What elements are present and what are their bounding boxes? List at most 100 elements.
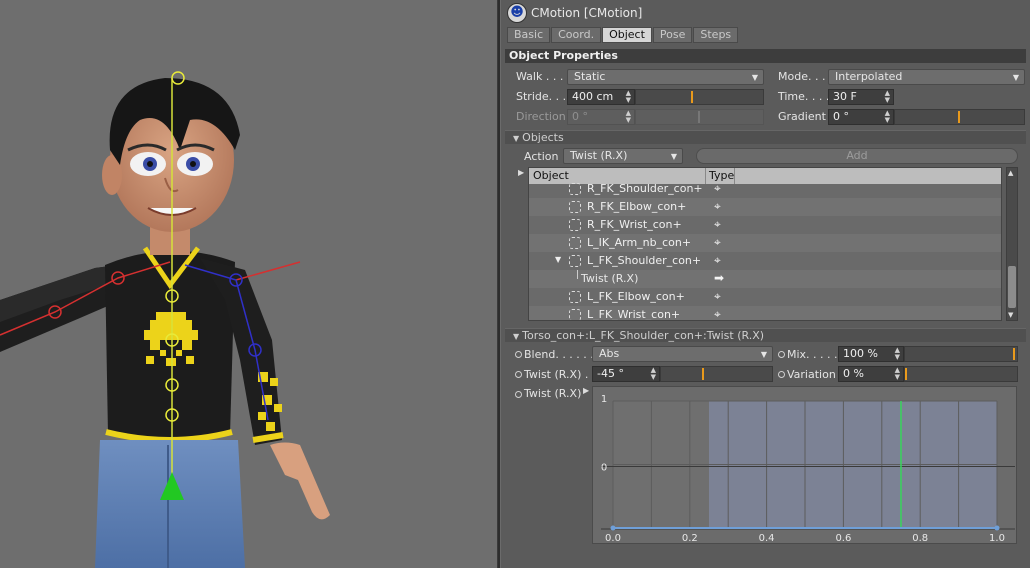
expand-triangle-icon[interactable]: ▶	[583, 386, 589, 395]
walk-value: Static	[574, 70, 606, 83]
twist-section-header[interactable]: ▼ Torso_con+:L_FK_Shoulder_con+:Twist (R.…	[505, 328, 1026, 342]
tree-row[interactable]: Twist (R.X) ➡	[529, 270, 1001, 288]
mode-value: Interpolated	[835, 70, 903, 83]
collapse-triangle-icon: ▼	[513, 332, 520, 341]
animate-bullet-icon[interactable]	[515, 351, 522, 358]
tree-row[interactable]: L_FK_Elbow_con+ ⌖	[529, 288, 1001, 306]
tab-bar: Basic Coord. Object Pose Steps	[507, 27, 739, 43]
tree-row[interactable]: R_FK_Wrist_con+ ⌖	[529, 216, 1001, 234]
action-dropdown[interactable]: Twist (R.X) ▼	[563, 148, 683, 164]
action-label: Action	[524, 150, 559, 163]
null-object-icon	[569, 255, 581, 267]
tree-row-label: L_FK_Elbow_con+	[587, 290, 685, 303]
tree-row[interactable]: L_IK_Arm_nb_con+ ⌖	[529, 234, 1001, 252]
expand-triangle-icon[interactable]: ▼	[555, 255, 561, 264]
spin-arrows-icon[interactable]: ▲ ▼	[885, 90, 890, 104]
spin-arrows-icon[interactable]: ▲ ▼	[895, 347, 900, 361]
tree-row-label: L_IK_Arm_nb_con+	[587, 236, 692, 249]
mix-slider-knob[interactable]	[1013, 348, 1015, 360]
stride-slider[interactable]	[635, 89, 764, 105]
tree-row-label: L_FK_Shoulder_con+	[587, 254, 702, 267]
mix-input[interactable]: 100 % ▲ ▼	[838, 346, 904, 362]
stride-slider-knob[interactable]	[691, 91, 693, 103]
animate-bullet-icon[interactable]	[515, 371, 522, 378]
variation-label: Variation	[787, 368, 836, 381]
arrow-right-icon: ➡	[714, 271, 725, 285]
action-value: Twist (R.X)	[570, 149, 628, 162]
twist-slider-knob[interactable]	[702, 368, 704, 380]
time-value: 30 F	[833, 90, 857, 103]
attribute-manager: ☻ CMotion [CMotion] Basic Coord. Object …	[501, 0, 1030, 568]
tab-object[interactable]: Object	[602, 27, 652, 43]
scroll-up-icon[interactable]: ▲	[1008, 169, 1013, 177]
twist-slider[interactable]	[660, 366, 773, 382]
tab-basic[interactable]: Basic	[507, 27, 551, 43]
tree-row-label: R_FK_Wrist_con+	[587, 218, 682, 231]
tree-row[interactable]: L_FK_Wrist_con+ ⌖	[529, 306, 1001, 321]
target-icon: ⌖	[714, 307, 721, 321]
gradient-value: 0 °	[833, 110, 849, 123]
tab-coord[interactable]: Coord.	[551, 27, 602, 43]
animate-bullet-icon[interactable]	[778, 351, 785, 358]
graph-y-tick-label: 1	[601, 394, 607, 405]
gradient-slider[interactable]	[894, 109, 1025, 125]
walk-dropdown[interactable]: Static ▼	[567, 69, 764, 85]
tree-row[interactable]: R_FK_Elbow_con+ ⌖	[529, 198, 1001, 216]
tree-scrollbar[interactable]: ▲ ▼	[1006, 167, 1018, 321]
variation-input[interactable]: 0 % ▲ ▼	[838, 366, 904, 382]
direction-slider-knob	[698, 111, 700, 123]
time-label: Time. . . .	[778, 90, 830, 103]
add-button[interactable]: Add	[696, 148, 1018, 164]
mode-dropdown[interactable]: Interpolated ▼	[828, 69, 1025, 85]
graph-spline-point	[994, 525, 1000, 531]
graph-spline-point	[610, 525, 616, 531]
tree-row-label: R_FK_Shoulder_con+	[587, 182, 703, 195]
target-icon: ⌖	[714, 217, 721, 231]
target-icon: ⌖	[714, 253, 721, 267]
variation-slider-knob[interactable]	[905, 368, 907, 380]
time-input[interactable]: 30 F ▲ ▼	[828, 89, 894, 105]
tree-row[interactable]: R_FK_Shoulder_con+ ⌖	[529, 180, 1001, 198]
spline-graph-canvas[interactable]: 1 0 0.0 0.2 0.4 0.6 0.8 1.0	[593, 387, 1018, 545]
gradient-label: Gradient	[778, 110, 826, 123]
spin-arrows-icon: ▲ ▼	[625, 109, 631, 124]
tree-row[interactable]: ▼ L_FK_Shoulder_con+ ⌖	[529, 252, 1001, 270]
character-rig-render[interactable]	[0, 0, 497, 568]
spin-arrows-icon[interactable]: ▲ ▼	[895, 367, 900, 381]
twist-input[interactable]: -45 ° ▲ ▼	[592, 366, 660, 382]
blend-dropdown[interactable]: Abs ▼	[592, 346, 773, 362]
graph-x-tick-label: 0.0	[605, 533, 621, 544]
mode-label: Mode. . .	[778, 70, 826, 83]
blend-label: Blend. . . . . .	[524, 348, 594, 361]
chevron-down-icon: ▼	[1012, 73, 1019, 82]
animate-bullet-icon[interactable]	[778, 371, 785, 378]
cmotion-icon: ☻	[507, 3, 527, 23]
animate-bullet-icon[interactable]	[515, 391, 522, 398]
scroll-thumb[interactable]	[1008, 266, 1016, 308]
chevron-down-icon: ▼	[760, 350, 767, 359]
object-properties-header: Object Properties	[505, 49, 1026, 63]
spin-arrows-icon[interactable]: ▲ ▼	[885, 110, 890, 124]
graph-x-tick-label: 0.8	[912, 533, 928, 544]
spin-arrows-icon[interactable]: ▲ ▼	[651, 367, 656, 381]
gradient-slider-knob[interactable]	[958, 111, 960, 123]
chevron-down-icon: ▼	[751, 73, 758, 82]
null-object-icon	[569, 291, 581, 303]
gradient-input[interactable]: 0 ° ▲ ▼	[828, 109, 894, 125]
variation-slider[interactable]	[904, 366, 1018, 382]
target-icon: ⌖	[714, 181, 721, 195]
spin-arrows-icon[interactable]: ▲ ▼	[626, 90, 631, 104]
direction-slider	[635, 109, 764, 125]
tree-row-label: L_FK_Wrist_con+	[587, 308, 681, 321]
scroll-down-icon[interactable]: ▼	[1008, 311, 1013, 319]
spline-graph[interactable]: 1 0 0.0 0.2 0.4 0.6 0.8 1.0	[592, 386, 1017, 544]
null-object-icon	[569, 309, 581, 320]
stride-input[interactable]: 400 cm ▲ ▼	[567, 89, 635, 105]
objects-section-header[interactable]: ▼ Objects	[505, 130, 1026, 144]
mix-slider[interactable]	[904, 346, 1018, 362]
tab-steps[interactable]: Steps	[693, 27, 739, 43]
tab-pose[interactable]: Pose	[652, 27, 693, 43]
3d-viewport[interactable]	[0, 0, 497, 568]
null-object-icon	[569, 219, 581, 231]
expand-triangle-icon[interactable]: ▶	[518, 168, 524, 177]
